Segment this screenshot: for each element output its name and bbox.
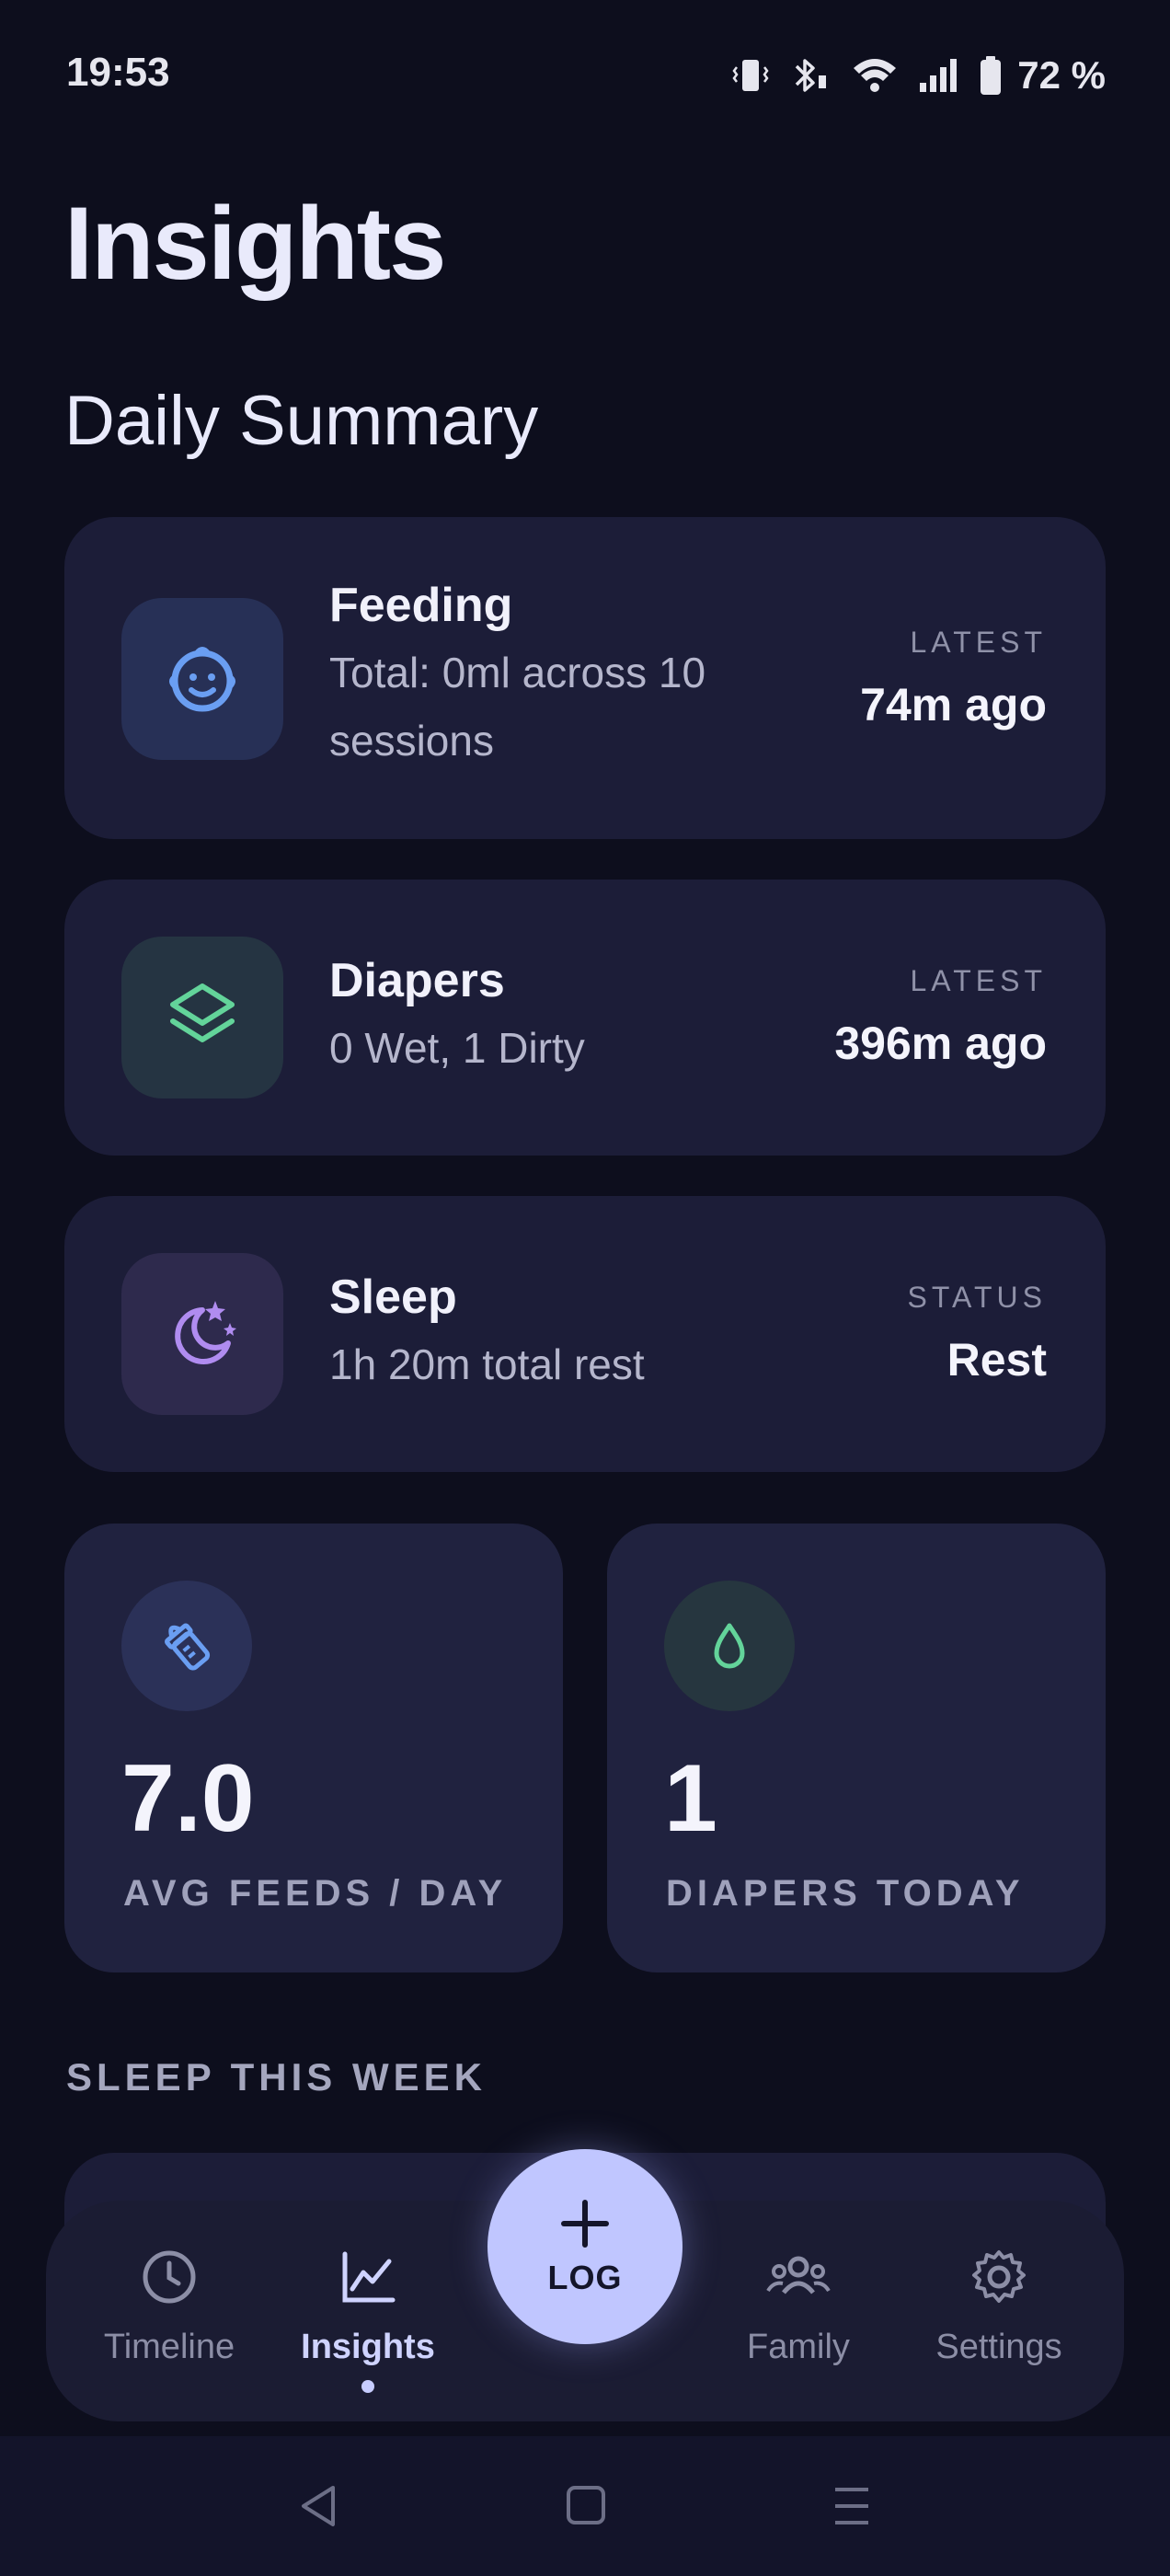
avg-feeds-label: AVG FEEDS / DAY	[123, 1873, 508, 1914]
layers-icon	[121, 937, 283, 1098]
feeding-description-line2: sessions	[329, 717, 494, 765]
insights-screen: 19:53 72 % Insights Daily Summary Feedin…	[0, 0, 1170, 2576]
users-icon	[706, 2247, 890, 2307]
feeding-card[interactable]: Feeding Total: 0ml across 10 sessions LA…	[64, 517, 1106, 839]
status-bar: 19:53 72 %	[0, 0, 1170, 147]
bottle-icon	[121, 1581, 252, 1711]
active-indicator	[361, 2380, 374, 2393]
log-fab-button[interactable]: LOG	[488, 2149, 682, 2344]
battery-icon	[979, 54, 1003, 97]
log-fab-label: LOG	[547, 2258, 623, 2296]
avg-feeds-card[interactable]: 7.0 AVG FEEDS / DAY	[64, 1524, 563, 1972]
diapers-today-card[interactable]: 1 DIAPERS TODAY	[607, 1524, 1106, 1972]
clock-icon	[77, 2247, 261, 2307]
sleep-status-label: STATUS	[907, 1281, 1047, 1314]
diapers-title: Diapers	[329, 954, 505, 1007]
moon-stars-icon	[121, 1253, 283, 1415]
feeding-latest-value: 74m ago	[860, 679, 1047, 730]
nav-item-settings[interactable]: Settings	[907, 2247, 1091, 2367]
page-title: Insights	[64, 186, 446, 301]
drop-icon	[664, 1581, 795, 1711]
sleep-info: Sleep 1h 20m total rest	[329, 1270, 645, 1398]
battery-percentage: 72 %	[1017, 53, 1106, 97]
chart-icon	[276, 2247, 460, 2307]
status-time: 19:53	[66, 50, 170, 95]
diapers-latest: LATEST 396m ago	[834, 964, 1047, 1070]
diapers-card[interactable]: Diapers 0 Wet, 1 Dirty LATEST 396m ago	[64, 880, 1106, 1156]
sleep-title: Sleep	[329, 1271, 457, 1324]
nav-label-insights: Insights	[301, 2328, 435, 2366]
feeding-info: Feeding Total: 0ml across 10 sessions	[329, 578, 705, 775]
wifi-icon	[850, 55, 900, 96]
status-icons: 72 %	[730, 48, 1106, 103]
diapers-today-label: DIAPERS TODAY	[666, 1873, 1025, 1914]
sleep-card[interactable]: Sleep 1h 20m total rest STATUS Rest	[64, 1196, 1106, 1472]
nav-label-family: Family	[747, 2328, 850, 2366]
sleep-status: STATUS Rest	[908, 1281, 1047, 1386]
sleep-description: 1h 20m total rest	[329, 1340, 645, 1388]
nav-label-timeline: Timeline	[103, 2328, 235, 2366]
home-icon[interactable]	[563, 2480, 607, 2536]
plus-icon	[558, 2197, 612, 2255]
avg-feeds-value: 7.0	[121, 1745, 255, 1852]
diapers-latest-label: LATEST	[910, 964, 1047, 997]
system-nav-bar	[0, 2436, 1170, 2576]
feeding-latest-label: LATEST	[910, 626, 1047, 659]
diapers-latest-value: 396m ago	[834, 1018, 1047, 1069]
sleep-status-value: Rest	[946, 1334, 1047, 1386]
signal-icon	[918, 55, 960, 96]
feeding-description: Total: 0ml across 10 sessions	[329, 638, 705, 775]
gear-icon	[907, 2247, 1091, 2307]
diapers-description: 0 Wet, 1 Dirty	[329, 1024, 585, 1072]
baby-face-icon	[121, 598, 283, 760]
nav-item-insights[interactable]: Insights	[276, 2247, 460, 2393]
nav-item-family[interactable]: Family	[706, 2247, 890, 2367]
nav-label-settings: Settings	[935, 2328, 1062, 2366]
vibrate-icon	[730, 55, 771, 96]
section-title: Daily Summary	[64, 382, 539, 460]
feeding-title: Feeding	[329, 579, 513, 632]
back-icon[interactable]	[296, 2480, 340, 2536]
sleep-week-title: SLEEP THIS WEEK	[66, 2055, 487, 2099]
menu-icon[interactable]	[830, 2480, 874, 2536]
diapers-info: Diapers 0 Wet, 1 Dirty	[329, 953, 585, 1082]
bluetooth-icon	[789, 55, 832, 96]
diapers-today-value: 1	[664, 1745, 717, 1852]
nav-item-timeline[interactable]: Timeline	[77, 2247, 261, 2367]
feeding-description-line1: Total: 0ml across 10	[329, 649, 706, 696]
feeding-latest: LATEST 74m ago	[860, 626, 1047, 731]
